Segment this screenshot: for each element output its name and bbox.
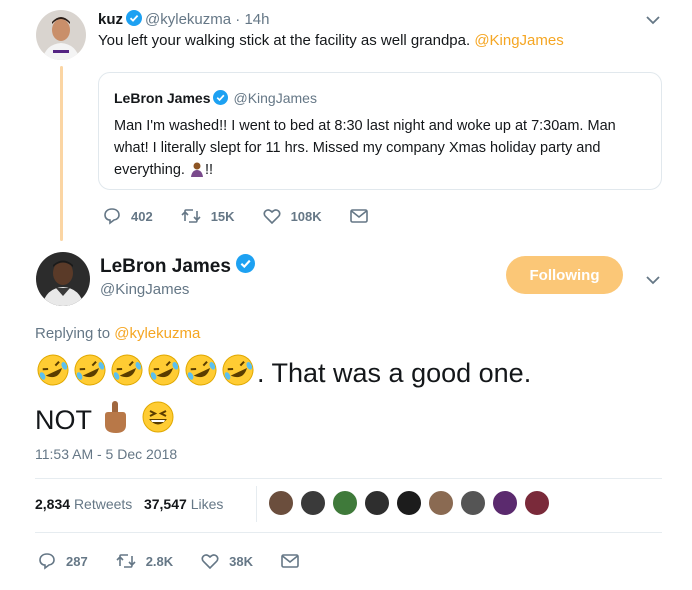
verified-icon — [213, 90, 229, 108]
tweet-timestamp[interactable]: 11:53 AM - 5 Dec 2018 — [35, 446, 177, 462]
quote-card[interactable]: LeBron James @KingJames Man I'm washed!! … — [98, 72, 662, 190]
verified-icon — [126, 10, 143, 30]
reply-count: 287 — [66, 553, 88, 569]
liker-avatars — [268, 490, 556, 516]
retweet-button[interactable]: 2.8K — [116, 553, 173, 569]
liker-avatar[interactable] — [460, 490, 486, 516]
tweet-text-line1: . That was a good one. — [257, 358, 532, 388]
quote-author-name: LeBron James — [114, 90, 211, 106]
message-button[interactable] — [281, 554, 309, 568]
mail-icon — [349, 209, 368, 223]
tweet-text: You left your walking stick at the facil… — [98, 32, 471, 49]
retweet-icon — [116, 554, 136, 568]
quote-suffix: !! — [204, 162, 214, 178]
mail-icon — [281, 554, 299, 568]
retweets-label: Retweets — [73, 496, 133, 512]
reply-icon — [104, 208, 120, 225]
reply-count: 402 — [131, 208, 153, 224]
like-count: 38K — [229, 553, 254, 569]
rolling-laughing-emoji-icon — [183, 352, 219, 399]
retweet-button[interactable]: 15K — [181, 208, 235, 224]
liker-avatar[interactable] — [492, 490, 518, 516]
middle-finger-emoji-icon — [99, 399, 131, 446]
chevron-down-icon[interactable] — [646, 272, 660, 285]
like-count: 108K — [290, 208, 322, 224]
quote-card-text: Man I'm washed!! I went to bed at 8:30 l… — [114, 115, 654, 184]
like-button[interactable]: 108K — [263, 208, 322, 224]
liker-avatar[interactable] — [268, 490, 294, 516]
likes-label: Likes — [190, 496, 224, 512]
mention-link[interactable]: @KingJames — [474, 32, 563, 49]
avatar-lebron[interactable] — [36, 252, 90, 306]
divider — [35, 532, 662, 533]
rolling-laughing-emoji-icon — [220, 352, 256, 399]
retweet-icon — [181, 209, 201, 223]
liker-avatar[interactable] — [428, 490, 454, 516]
like-button[interactable]: 38K — [201, 553, 253, 569]
retweets-count: 2,834 — [35, 496, 71, 512]
message-button[interactable] — [349, 209, 378, 223]
author-handle[interactable]: @KingJames — [100, 281, 189, 298]
tweet-text-line2: NOT — [35, 405, 92, 435]
man-shrugging-emoji-icon — [189, 161, 205, 184]
quote-author-handle: @KingJames — [233, 90, 317, 106]
replying-to: Replying to @kylekuzma — [35, 325, 200, 342]
reply-icon — [39, 553, 55, 570]
liker-avatar[interactable] — [364, 490, 390, 516]
author-name[interactable]: LeBron James — [100, 256, 231, 277]
quoted-tweet-header: kuz @kylekuzma · 14h — [98, 10, 269, 30]
likes-stat[interactable]: 37,547 Likes — [144, 496, 223, 512]
verified-icon — [235, 254, 255, 279]
quoted-tweet-actions: 402 15K 108K — [103, 207, 406, 225]
author-name[interactable]: kuz — [98, 11, 123, 28]
rolling-laughing-emoji-icon — [109, 352, 145, 399]
liker-avatar[interactable] — [524, 490, 550, 516]
rolling-laughing-emoji-icon — [35, 352, 71, 399]
grinning-squinting-emoji-icon — [140, 399, 176, 446]
replying-to-mention[interactable]: @kylekuzma — [114, 325, 200, 342]
liker-avatar[interactable] — [300, 490, 326, 516]
heart-icon — [201, 554, 219, 569]
retweet-count: 2.8K — [145, 553, 174, 569]
engagement-stats: 2,834 Retweets 37,547 Likes — [35, 496, 223, 512]
avatar-kuz[interactable] — [36, 10, 86, 60]
quote-card-header: LeBron James @KingJames — [114, 90, 317, 108]
liker-avatar[interactable] — [396, 490, 422, 516]
retweet-count: 15K — [210, 208, 235, 224]
author-handle[interactable]: @kylekuzma — [145, 11, 231, 28]
rolling-laughing-emoji-icon — [146, 352, 182, 399]
rolling-laughing-emoji-icon — [72, 352, 108, 399]
quoted-tweet-text: You left your walking stick at the facil… — [98, 32, 564, 49]
main-tweet-actions: 287 2.8K 38K — [38, 552, 337, 570]
following-button[interactable]: Following — [506, 256, 623, 294]
main-tweet-text: . That was a good one. NOT — [35, 352, 655, 446]
heart-icon — [263, 209, 281, 224]
tweet-time[interactable]: · 14h — [235, 11, 269, 28]
likes-count: 37,547 — [143, 496, 187, 512]
liker-avatar[interactable] — [332, 490, 358, 516]
replying-to-label: Replying to — [35, 325, 111, 342]
reply-button[interactable]: 287 — [38, 552, 88, 570]
author-name-header: LeBron James — [100, 254, 258, 279]
divider — [35, 478, 662, 479]
thread-connector — [60, 66, 63, 241]
chevron-down-icon[interactable] — [646, 12, 660, 25]
retweets-stat[interactable]: 2,834 Retweets — [35, 496, 132, 512]
reply-button[interactable]: 402 — [103, 207, 153, 225]
stats-separator — [256, 486, 257, 522]
